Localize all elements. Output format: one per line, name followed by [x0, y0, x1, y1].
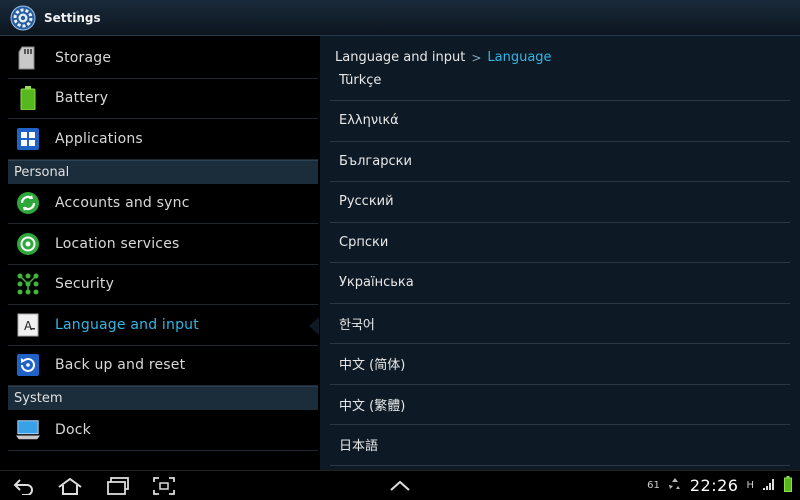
recycle-icon [668, 477, 682, 494]
menu-item-label: Location services [55, 235, 180, 252]
section-header-personal: Personal [8, 159, 318, 184]
battery-icon [16, 86, 40, 111]
status-area[interactable]: 61 22:26 H [647, 476, 792, 495]
sync-icon [16, 191, 40, 215]
language-item[interactable]: Српски [330, 223, 790, 263]
menu-item-label: Security [55, 276, 115, 293]
language-item[interactable]: Українська [330, 263, 790, 304]
menu-item-label: Language and input [55, 316, 199, 333]
backup-icon [16, 353, 40, 377]
language-item[interactable]: 中文 (繁體) [330, 385, 790, 425]
location-icon [16, 232, 40, 256]
language-item[interactable]: 日本語 [330, 425, 790, 466]
menu-item-label: Battery [55, 90, 109, 107]
breadcrumb: Language and input > Language [335, 50, 552, 65]
lock-pattern-icon [16, 272, 40, 296]
gear-icon[interactable] [10, 5, 36, 31]
apps-grid-icon [16, 127, 40, 151]
language-panel: Language and input > Language Türkçe Ελλ… [320, 36, 800, 470]
language-item[interactable]: Ελληνικά [330, 101, 790, 142]
settings-menu: Storage Battery Applications Personal Ac… [0, 36, 320, 470]
battery-status-icon [784, 476, 792, 495]
menu-item-battery[interactable]: Battery [8, 79, 318, 119]
clock: 22:26 [689, 476, 739, 495]
home-icon[interactable] [56, 475, 84, 497]
keyboard-a-icon: A [16, 313, 40, 337]
language-list: Türkçe Ελληνικά Български Русский Српски… [330, 66, 790, 466]
menu-item-language-input[interactable]: A Language and input [8, 305, 319, 346]
menu-item-location-services[interactable]: Location services [8, 224, 318, 265]
breadcrumb-separator: > [471, 50, 482, 65]
language-item[interactable]: 한국어 [330, 304, 790, 344]
recent-apps-icon[interactable] [104, 475, 132, 497]
menu-item-label: Dock [55, 421, 91, 438]
system-navigation-bar: 61 22:26 H [0, 470, 800, 500]
menu-item-dock[interactable]: Dock [8, 410, 318, 451]
menu-item-label: Back up and reset [55, 357, 186, 374]
back-icon[interactable] [10, 475, 38, 497]
menu-item-accounts-sync[interactable]: Accounts and sync [8, 184, 318, 224]
menu-item-label: Storage [55, 49, 112, 66]
dock-icon [16, 418, 40, 442]
language-item[interactable]: Türkçe [330, 66, 790, 101]
chevron-up-icon[interactable] [386, 475, 414, 497]
breadcrumb-current: Language [487, 50, 552, 65]
menu-item-label: Accounts and sync [55, 195, 190, 212]
menu-item-backup-reset[interactable]: Back up and reset [8, 346, 318, 386]
menu-item-applications[interactable]: Applications [8, 119, 318, 160]
language-item[interactable]: Български [330, 142, 790, 182]
battery-percent: 61 [647, 480, 660, 491]
screenshot-icon[interactable] [150, 475, 178, 497]
menu-item-storage[interactable]: Storage [8, 38, 318, 79]
section-header-system: System [8, 386, 318, 410]
signal-icon [762, 477, 776, 494]
app-title: Settings [44, 10, 101, 25]
language-item[interactable]: Русский [330, 182, 790, 223]
sd-card-icon [16, 46, 40, 70]
svg-text:A: A [24, 319, 33, 333]
network-type: H [746, 480, 754, 491]
selection-pointer [309, 317, 319, 335]
menu-item-label: Applications [55, 130, 143, 147]
title-bar: Settings [0, 0, 800, 36]
menu-item-security[interactable]: Security [8, 265, 318, 305]
breadcrumb-parent[interactable]: Language and input [335, 50, 465, 65]
language-item[interactable]: 中文 (简体) [330, 344, 790, 385]
